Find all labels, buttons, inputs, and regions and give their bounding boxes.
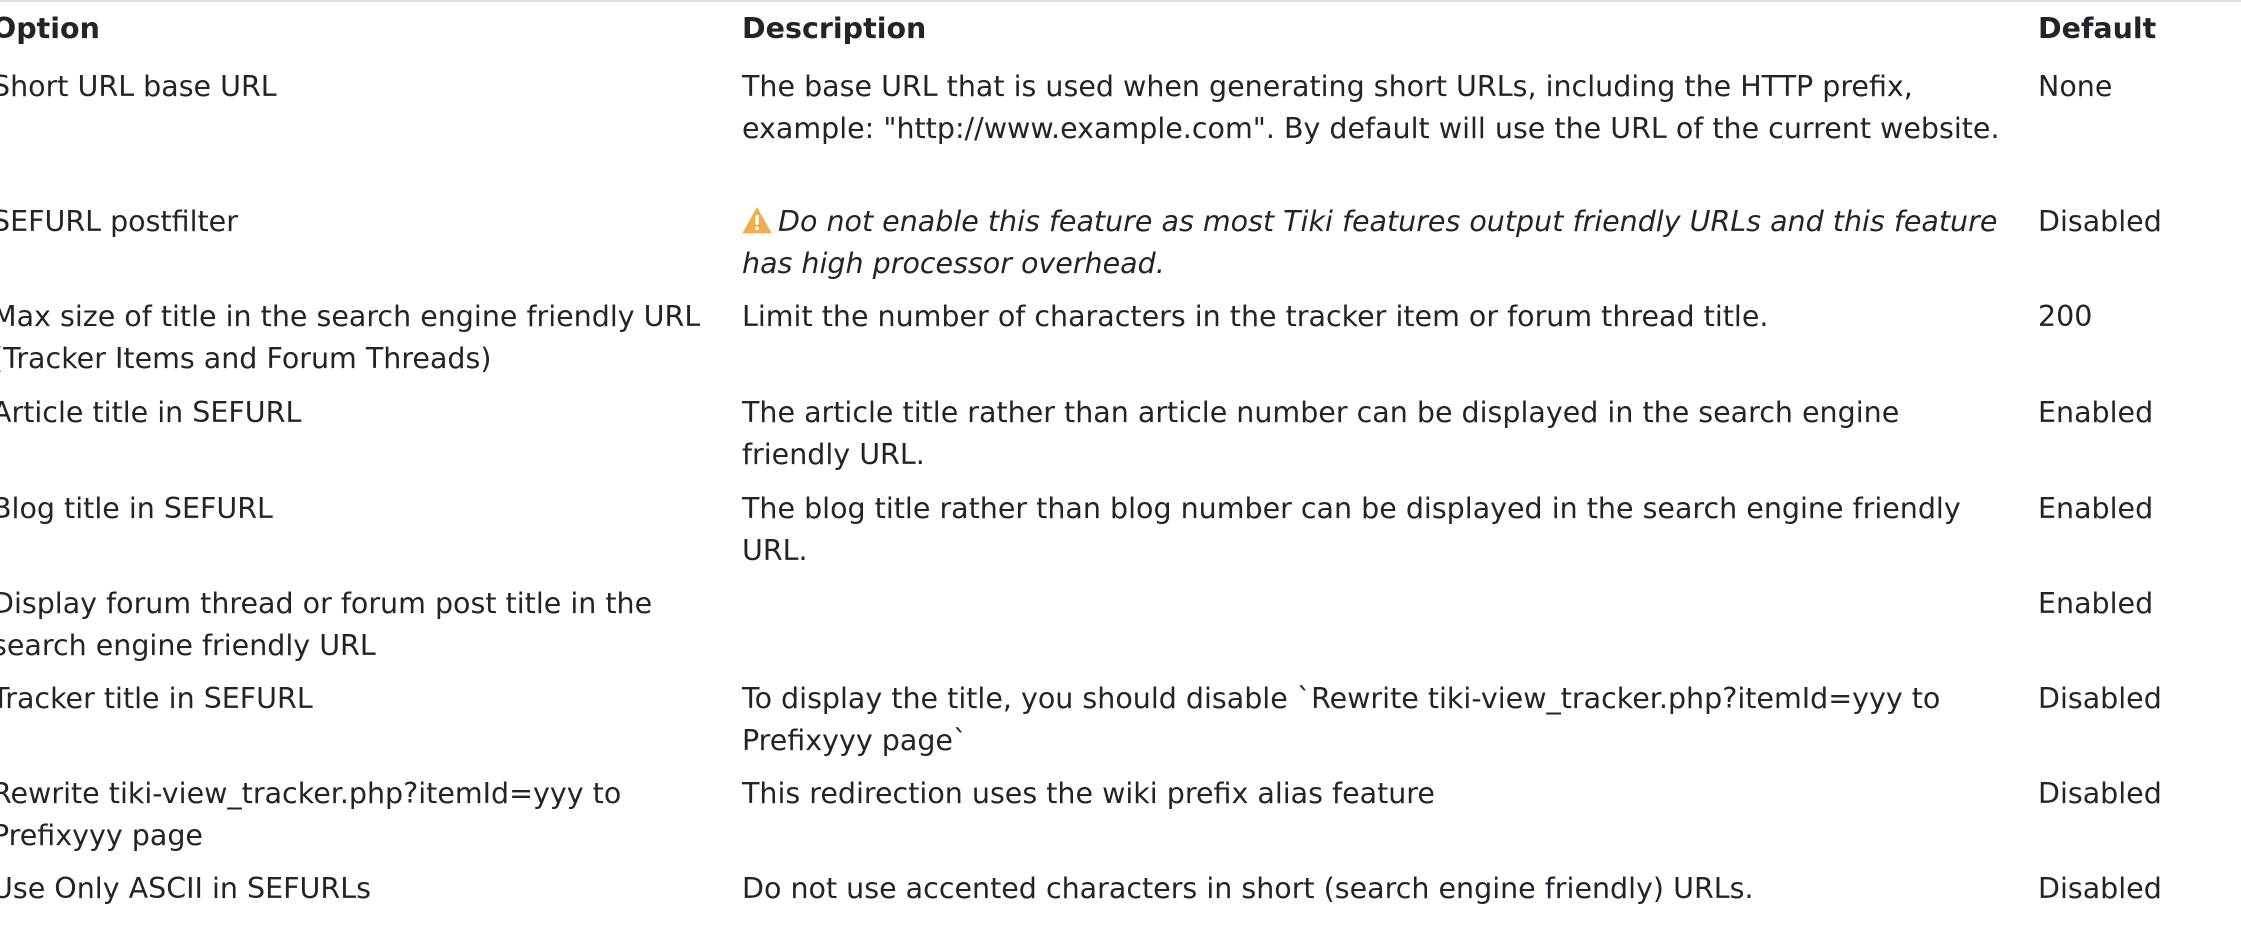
option-cell: SEFURL postfilter	[0, 205, 238, 238]
table-row-blog-title: Blog title in SEFURL The blog title rath…	[0, 488, 2241, 583]
default-cell: None	[2038, 70, 2113, 103]
description-cell: Do not use accented characters in short …	[742, 872, 1754, 905]
table-row-tracker-title: Tracker title in SEFURL To display the t…	[0, 678, 2241, 773]
option-cell: Short URL base URL	[0, 70, 277, 103]
option-cell: Blog title in SEFURL	[0, 492, 273, 525]
description-cell: Limit the number of characters in the tr…	[742, 300, 1769, 333]
default-cell: Disabled	[2038, 777, 2162, 810]
table-row-max-title-size: Max size of title in the search engine f…	[0, 296, 2241, 392]
description-cell: The base URL that is used when generatin…	[742, 70, 2000, 145]
option-cell: Rewrite tiki-view_tracker.php?itemId=yyy…	[0, 777, 622, 852]
option-cell: Tracker title in SEFURL	[0, 682, 313, 715]
description-cell: The article title rather than article nu…	[742, 396, 1900, 471]
option-cell: Max size of title in the search engine f…	[0, 300, 701, 375]
preferences-table: Option Description Default Short URL bas…	[0, 8, 2241, 928]
table-row-article-title: Article title in SEFURL The article titl…	[0, 392, 2241, 488]
default-cell: Disabled	[2038, 205, 2162, 238]
option-column-header: Option	[0, 12, 100, 45]
option-cell: Article title in SEFURL	[0, 396, 302, 429]
warning-text: Do not enable this feature as most Tiki …	[742, 205, 1998, 280]
default-cell: Enabled	[2038, 587, 2154, 620]
table-row-forum-title: Display forum thread or forum post title…	[0, 583, 2241, 678]
description-cell: Do not enable this feature as most Tiki …	[742, 201, 2038, 285]
description-cell: The blog title rather than blog number c…	[742, 492, 1961, 567]
description-cell: This redirection uses the wiki prefix al…	[742, 777, 1435, 810]
warning-icon	[742, 207, 772, 234]
table-row-ascii-only: Use Only ASCII in SEFURLs Do not use acc…	[0, 868, 2241, 928]
default-column-header: Default	[2038, 12, 2157, 45]
table-row-sefurl-postfilter: SEFURL postfilter Do not enable this fea…	[0, 201, 2241, 296]
default-cell: Disabled	[2038, 682, 2162, 715]
option-cell: Display forum thread or forum post title…	[0, 587, 653, 662]
option-cell: Use Only ASCII in SEFURLs	[0, 872, 371, 905]
default-cell: 200	[2038, 300, 2093, 333]
description-cell: To display the title, you should disable…	[742, 682, 1941, 757]
default-cell: Enabled	[2038, 492, 2154, 525]
description-column-header: Description	[742, 12, 927, 45]
default-cell: Disabled	[2038, 872, 2162, 905]
default-cell: Enabled	[2038, 396, 2154, 429]
table-row-rewrite-tracker: Rewrite tiki-view_tracker.php?itemId=yyy…	[0, 773, 2241, 868]
table-header-row: Option Description Default	[0, 8, 2241, 52]
table-top-border	[0, 0, 2241, 2]
table-row-short-url-base: Short URL base URL The base URL that is …	[0, 66, 2241, 201]
